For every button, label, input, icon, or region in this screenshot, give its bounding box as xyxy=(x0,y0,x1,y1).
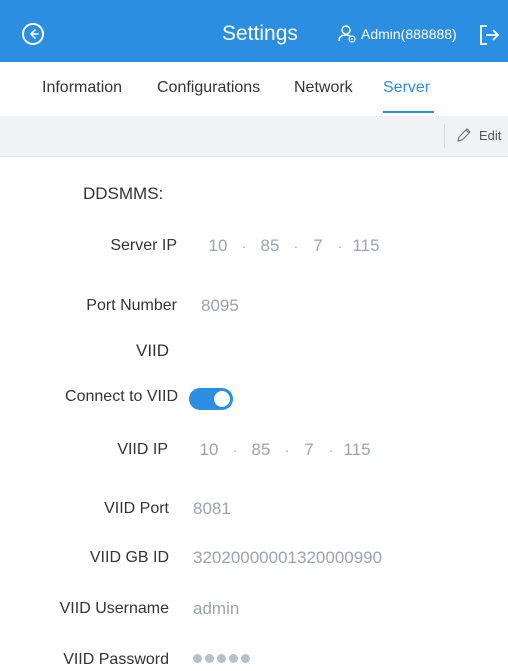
port-number-field[interactable]: 8095 xyxy=(201,296,239,316)
viid-gb-id-label: VIID GB ID xyxy=(89,549,169,566)
viid-section-title: VIID xyxy=(136,341,170,360)
ip-dot: · xyxy=(284,442,290,458)
server-ip-octet-4[interactable]: 115 xyxy=(351,236,381,256)
ip-dot: · xyxy=(337,238,343,254)
edit-button[interactable]: Edit xyxy=(455,126,501,144)
edit-label: Edit xyxy=(479,127,502,143)
server-ip-octet-1[interactable]: 10 xyxy=(207,236,229,256)
page-title: Settings xyxy=(222,22,298,45)
ip-dot: · xyxy=(232,442,238,458)
viid-ip-label: VIID IP xyxy=(117,441,168,458)
active-tab-indicator xyxy=(383,111,434,113)
server-ip-octet-2[interactable]: 85 xyxy=(259,236,281,256)
connect-viid-toggle[interactable] xyxy=(189,388,233,410)
viid-password-label: VIID Password xyxy=(63,651,169,668)
user-name: Admin(888888) xyxy=(361,26,457,42)
password-mask-dot xyxy=(229,654,238,663)
toolbar-divider xyxy=(444,124,445,148)
viid-username-label: VIID Username xyxy=(59,600,169,617)
server-ip-input[interactable]: 10 · 85 · 7 · 115 xyxy=(207,236,381,256)
viid-ip-octet-2[interactable]: 85 xyxy=(250,440,272,460)
user-account[interactable]: Admin(888888) xyxy=(337,24,457,44)
back-arrow-icon[interactable] xyxy=(22,23,44,45)
tab-network[interactable]: Network xyxy=(294,79,353,97)
password-mask-dot xyxy=(241,654,250,663)
viid-ip-octet-3[interactable]: 7 xyxy=(302,440,316,460)
viid-ip-octet-4[interactable]: 115 xyxy=(342,440,372,460)
port-number-label: Port Number xyxy=(86,297,177,314)
tab-configurations[interactable]: Configurations xyxy=(157,79,260,97)
ip-dot: · xyxy=(328,442,334,458)
password-mask-dot xyxy=(217,654,226,663)
pencil-icon xyxy=(457,128,471,142)
tab-information[interactable]: Information xyxy=(42,79,122,97)
ip-dot: · xyxy=(241,238,247,254)
viid-port-label: VIID Port xyxy=(104,500,169,517)
logout-icon[interactable] xyxy=(478,24,500,46)
user-icon xyxy=(338,25,356,43)
viid-gb-id-field[interactable]: 32020000001320000990 xyxy=(193,548,382,568)
viid-password-field[interactable] xyxy=(193,654,253,663)
ip-dot: · xyxy=(293,238,299,254)
password-mask-dot xyxy=(205,654,214,663)
ddsmms-section-title: DDSMMS: xyxy=(83,184,164,203)
toolbar: Edit xyxy=(0,116,508,157)
viid-port-field[interactable]: 8081 xyxy=(193,499,231,519)
server-ip-label: Server IP xyxy=(110,237,177,254)
toggle-knob xyxy=(214,391,230,407)
password-mask-dot xyxy=(193,654,202,663)
tab-server[interactable]: Server xyxy=(383,79,430,97)
connect-viid-label: Connect to VIID xyxy=(65,388,178,405)
viid-ip-input[interactable]: 10 · 85 · 7 · 115 xyxy=(198,440,372,460)
viid-username-field[interactable]: admin xyxy=(193,599,239,619)
server-ip-octet-3[interactable]: 7 xyxy=(311,236,325,256)
viid-ip-octet-1[interactable]: 10 xyxy=(198,440,220,460)
tab-bar: Information Configurations Network Serve… xyxy=(0,62,508,114)
app-header: Settings Admin(888888) xyxy=(0,0,508,62)
